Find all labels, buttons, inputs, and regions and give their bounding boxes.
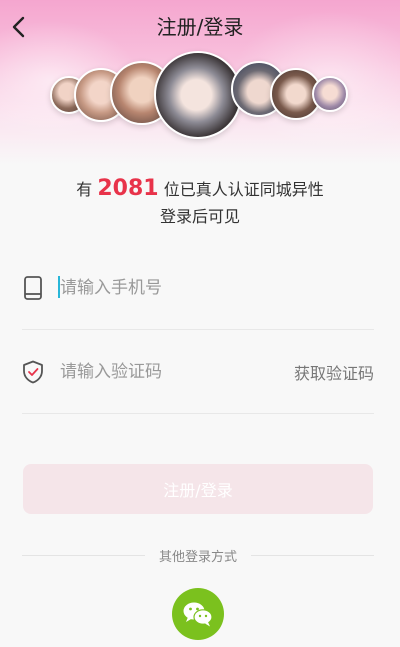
count-suffix: 位已真人认证同城异性 <box>163 180 324 199</box>
count-prefix: 有 <box>76 180 93 199</box>
register-login-button[interactable]: 注册/登录 <box>23 464 373 514</box>
divider-line <box>251 554 375 556</box>
text-caret <box>58 276 60 298</box>
verified-count-text: 有 2081 位已真人认证同城异性 <box>0 176 400 203</box>
phone-input[interactable] <box>60 267 374 308</box>
wechat-icon <box>183 602 213 627</box>
wechat-login-button[interactable] <box>172 588 224 640</box>
avatar <box>312 76 348 112</box>
verification-code-input[interactable] <box>60 351 294 392</box>
header-banner: 注册/登录 <box>0 0 400 165</box>
other-login-label: 其他登录方式 <box>159 549 238 565</box>
login-to-view-text: 登录后可见 <box>159 207 240 226</box>
phone-field-row <box>22 246 374 330</box>
page-title: 注册/登录 <box>156 15 244 39</box>
other-login-divider: 其他登录方式 <box>22 545 375 565</box>
get-code-button[interactable]: 获取验证码 <box>294 360 374 384</box>
avatar <box>154 51 242 139</box>
phone-icon <box>24 275 42 300</box>
divider-line <box>22 554 145 556</box>
verified-count: 2081 <box>97 176 159 201</box>
shield-check-icon <box>23 360 43 383</box>
code-field-row: 获取验证码 <box>22 330 374 414</box>
